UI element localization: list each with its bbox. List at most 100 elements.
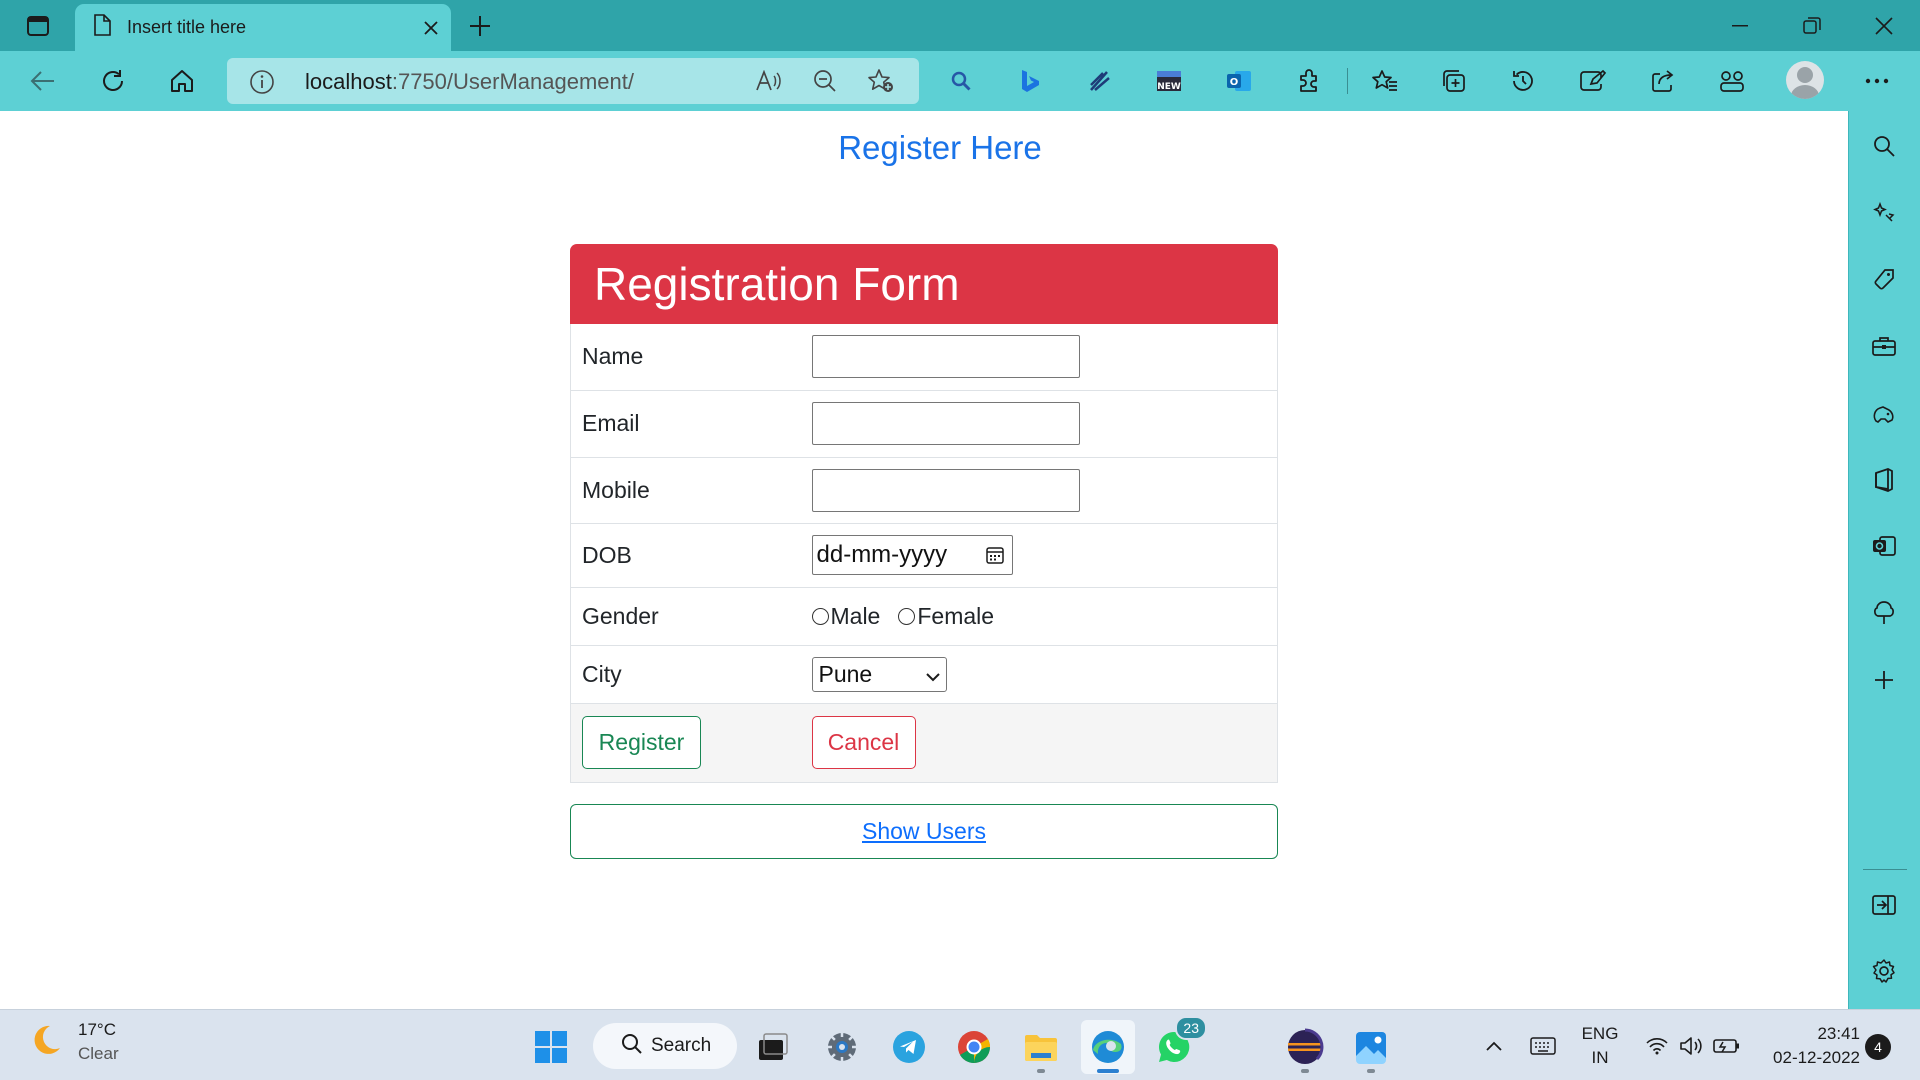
volume-icon[interactable] (1674, 1010, 1708, 1080)
browser-tab[interactable]: Insert title here (75, 4, 451, 51)
eclipse-icon[interactable] (1278, 1020, 1332, 1074)
running-indicator (1037, 1069, 1045, 1073)
dob-placeholder: dd-mm-yyyy (816, 541, 948, 568)
search-label: Search (651, 1035, 712, 1056)
url-host: localhost (305, 69, 392, 94)
register-button[interactable]: Register (582, 716, 701, 769)
share-icon[interactable] (1642, 61, 1684, 101)
male-radio[interactable] (811, 607, 829, 625)
calendar-icon[interactable] (978, 545, 1012, 565)
url-text[interactable]: localhost:7750/UserManagement/ (305, 69, 634, 95)
new-extension-icon[interactable]: NEW (1148, 61, 1190, 101)
editor-extension-icon[interactable] (1079, 61, 1121, 101)
search-extension-icon[interactable] (940, 61, 982, 101)
form-row-name: Name (570, 324, 1278, 391)
mobile-label: Mobile (570, 457, 812, 524)
clock-date: 02-12-2022 (1773, 1047, 1860, 1067)
email-input[interactable] (811, 402, 1080, 445)
more-menu-icon[interactable] (1856, 61, 1898, 101)
name-label: Name (570, 324, 812, 391)
sidebar-add-icon[interactable] (1863, 659, 1905, 701)
close-tab-icon[interactable] (411, 8, 451, 48)
gender-radio-group: Male Female (811, 603, 1278, 630)
back-icon[interactable] (22, 61, 64, 101)
name-input[interactable] (811, 335, 1080, 379)
telegram-icon[interactable] (882, 1020, 936, 1074)
show-users-box[interactable]: Show Users (570, 804, 1278, 859)
search-icon (621, 1033, 643, 1060)
edge-icon[interactable] (1081, 1020, 1135, 1074)
outlook-icon[interactable]: O (1218, 61, 1260, 101)
clock-time: 23:41 (1817, 1023, 1860, 1043)
sidebar-office-icon[interactable] (1863, 459, 1905, 501)
form-row-dob: DOB dd-mm-yyyy (570, 523, 1278, 588)
web-capture-icon[interactable] (1572, 61, 1614, 101)
city-select[interactable]: Pune (811, 656, 947, 692)
sidebar-hide-icon[interactable] (1863, 884, 1905, 926)
home-icon[interactable] (161, 61, 203, 101)
sidebar-tools-icon[interactable] (1863, 325, 1905, 367)
sidebar-tree-icon[interactable] (1863, 592, 1905, 634)
sidebar-discover-icon[interactable] (1863, 192, 1905, 234)
clock[interactable]: 23:41 02-12-2022 (1760, 1010, 1860, 1080)
form-row-city: City Pune (570, 645, 1278, 704)
form-row-actions: Register Cancel (570, 703, 1278, 783)
site-info-icon[interactable] (249, 69, 275, 100)
female-radio-label: Female (917, 602, 995, 629)
restore-icon[interactable] (1776, 0, 1848, 51)
email-label: Email (570, 390, 812, 458)
weather-condition: Clear (78, 1044, 119, 1063)
whatsapp-icon[interactable]: 23 (1147, 1016, 1207, 1074)
workspaces-icon[interactable] (1711, 61, 1753, 101)
region-code: IN (1591, 1047, 1609, 1067)
profile-avatar[interactable] (1786, 61, 1824, 99)
mobile-input[interactable] (811, 468, 1080, 512)
sidebar-divider (1863, 869, 1907, 870)
sidebar-games-icon[interactable] (1863, 392, 1905, 434)
close-window-icon[interactable] (1848, 0, 1920, 51)
taskbar-search[interactable]: Search (593, 1023, 737, 1069)
notification-badge[interactable]: 4 (1865, 1034, 1891, 1060)
weather-widget[interactable]: 17°C Clear (28, 1018, 119, 1066)
dob-label: DOB (570, 523, 812, 588)
address-bar[interactable]: localhost:7750/UserManagement/ (227, 58, 919, 104)
whatsapp-badge: 23 (1175, 1016, 1207, 1040)
keyboard-icon[interactable] (1525, 1010, 1561, 1080)
battery-icon[interactable] (1709, 1010, 1745, 1080)
registration-form: Name Email Mobile DOB dd-mm-yyyy Gender … (570, 324, 1278, 783)
language-indicator[interactable]: ENG IN (1572, 1010, 1628, 1080)
bing-icon[interactable] (1009, 61, 1051, 101)
zoom-out-icon[interactable] (809, 66, 841, 96)
task-view-icon[interactable] (746, 1020, 800, 1074)
minimize-icon[interactable] (1704, 0, 1776, 51)
wifi-icon[interactable] (1640, 1010, 1674, 1080)
show-users-link[interactable]: Show Users (862, 818, 986, 845)
start-button[interactable] (524, 1020, 578, 1074)
collections-icon[interactable] (1433, 61, 1475, 101)
sidebar-outlook-icon[interactable] (1863, 525, 1905, 567)
add-favorite-icon[interactable] (865, 66, 897, 96)
sidebar-settings-icon[interactable] (1863, 950, 1905, 992)
dob-date-input[interactable]: dd-mm-yyyy (811, 535, 1013, 575)
refresh-icon[interactable] (92, 61, 134, 101)
female-radio[interactable] (898, 607, 916, 625)
history-icon[interactable] (1502, 61, 1544, 101)
cancel-button[interactable]: Cancel (811, 716, 916, 769)
chrome-icon[interactable] (947, 1020, 1001, 1074)
settings-app-icon[interactable] (815, 1020, 869, 1074)
gender-option-male[interactable]: Male (811, 603, 880, 630)
show-hidden-icons[interactable] (1478, 1010, 1510, 1080)
favorites-icon[interactable] (1364, 61, 1406, 101)
browser-titlebar: Insert title here (0, 0, 1920, 51)
sidebar-shopping-icon[interactable] (1863, 259, 1905, 301)
read-aloud-icon[interactable] (752, 66, 784, 96)
new-tab-icon[interactable] (460, 6, 500, 46)
tab-actions-icon[interactable] (18, 12, 58, 40)
sidebar-search-icon[interactable] (1863, 125, 1905, 167)
extensions-icon[interactable] (1288, 61, 1330, 101)
photos-icon[interactable] (1344, 1020, 1398, 1074)
gender-option-female[interactable]: Female (898, 603, 994, 630)
language-code: ENG (1581, 1023, 1619, 1043)
file-explorer-icon[interactable] (1014, 1020, 1068, 1074)
toolbar-divider (1347, 68, 1348, 94)
